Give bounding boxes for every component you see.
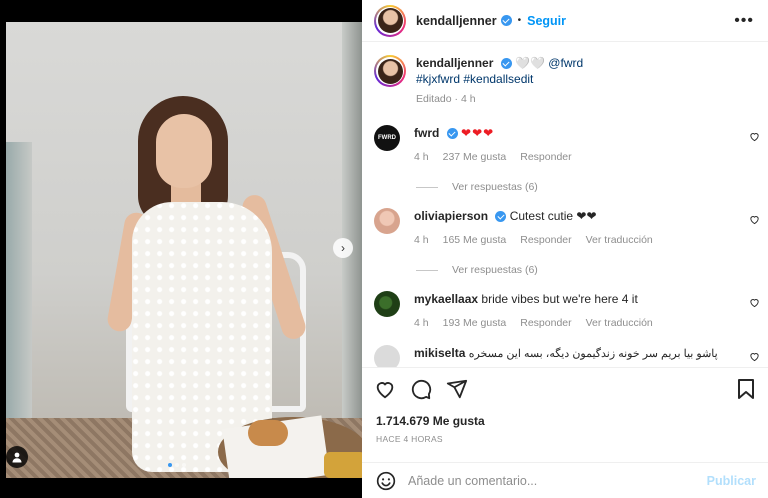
translate-button[interactable]: Ver traducción	[586, 234, 653, 246]
post-time[interactable]: HACE 4 HORAS	[376, 434, 443, 444]
next-arrow-icon[interactable]: ›	[333, 238, 353, 258]
post-side-panel: kendalljenner • Seguir ••• kendalljenner…	[362, 0, 768, 498]
author-username[interactable]: kendalljenner	[416, 14, 497, 28]
commenter-avatar[interactable]	[374, 291, 400, 317]
publish-button[interactable]: Publicar	[707, 474, 756, 488]
comments-list[interactable]: kendalljenner 🤍🤍 @fwrd #kjxfwrd #kendall…	[362, 43, 768, 367]
comment-text: bride vibes but we're here 4 it	[481, 292, 638, 306]
heart-icon[interactable]	[749, 297, 760, 308]
commenter-username[interactable]: fwrd	[414, 126, 439, 140]
commenter-avatar[interactable]: FWRD	[374, 125, 400, 151]
instagram-post-modal: › kendalljenner • Seguir ••• kendalljenn…	[0, 0, 768, 498]
share-icon[interactable]	[446, 378, 468, 400]
verified-icon	[446, 128, 458, 140]
translate-button[interactable]: Ver traducción	[586, 317, 653, 329]
reply-button[interactable]: Responder	[520, 317, 571, 329]
carousel-dots	[168, 463, 186, 467]
heart-icon[interactable]	[749, 214, 760, 225]
commenter-avatar[interactable]	[374, 208, 400, 234]
comment-item: FWRD fwrd ❤❤❤ 4 h 237 Me gusta Responder…	[374, 125, 768, 193]
comment-likes[interactable]: 237 Me gusta	[443, 151, 507, 163]
view-replies-button[interactable]: Ver respuestas (6)	[414, 181, 734, 193]
commenter-username[interactable]: mykaellaax	[414, 292, 478, 306]
heart-icon[interactable]	[749, 351, 760, 362]
caption: kendalljenner 🤍🤍 @fwrd #kjxfwrd #kendall…	[374, 55, 736, 107]
comment-input[interactable]	[408, 473, 698, 488]
post-header: kendalljenner • Seguir •••	[362, 0, 768, 42]
post-photo[interactable]	[6, 22, 362, 478]
comment-time[interactable]: 4 h	[414, 317, 429, 329]
comment-item: mykaellaax bride vibes but we're here 4 …	[374, 291, 768, 329]
user-tag-icon[interactable]	[6, 446, 28, 468]
likes-count[interactable]: 1.714.679 Me gusta	[376, 414, 485, 428]
more-options-icon[interactable]: •••	[734, 12, 754, 30]
view-replies-button[interactable]: Ver respuestas (6)	[414, 264, 734, 276]
reply-button[interactable]: Responder	[520, 234, 571, 246]
caption-hearts: 🤍🤍	[515, 56, 545, 70]
caption-mention[interactable]: @fwrd	[548, 56, 583, 70]
post-media: ›	[0, 0, 362, 498]
comment-composer: Publicar	[362, 462, 768, 498]
post-actions: 1.714.679 Me gusta HACE 4 HORAS	[362, 367, 768, 463]
separator-dot: •	[517, 15, 522, 26]
comment-text: ❤❤❤	[461, 126, 495, 140]
comment-time[interactable]: 4 h	[414, 151, 429, 163]
verified-icon	[500, 15, 512, 26]
heart-icon[interactable]	[374, 378, 396, 400]
commenter-username[interactable]: mikiselta	[414, 346, 465, 360]
reply-button[interactable]: Responder	[520, 151, 571, 163]
comment-text: Cutest cutie ❤❤	[509, 209, 597, 223]
view-replies-label: Ver respuestas (6)	[452, 181, 538, 193]
verified-icon	[500, 58, 512, 70]
caption-avatar[interactable]	[374, 55, 406, 87]
caption-meta: Editado · 4 h	[416, 93, 476, 105]
emoji-icon[interactable]	[376, 471, 396, 491]
verified-icon	[495, 211, 507, 223]
comment-time[interactable]: 4 h	[414, 234, 429, 246]
bookmark-icon[interactable]	[736, 378, 756, 400]
comment-icon[interactable]	[410, 378, 432, 400]
caption-username[interactable]: kendalljenner	[416, 56, 493, 70]
comment-item: oliviapierson Cutest cutie ❤❤ 4 h 165 Me…	[374, 208, 768, 276]
comment-likes[interactable]: 165 Me gusta	[443, 234, 507, 246]
follow-button[interactable]: Seguir	[527, 14, 566, 28]
view-replies-label: Ver respuestas (6)	[452, 264, 538, 276]
comment-text: پاشو بیا بریم سر خونه زندگیمون دیگه، بسه…	[468, 348, 718, 360]
comment-item: mikiselta پاشو بیا بریم سر خونه زندگیمون…	[374, 345, 768, 367]
comment-likes[interactable]: 193 Me gusta	[443, 317, 507, 329]
commenter-avatar[interactable]	[374, 345, 400, 367]
heart-icon[interactable]	[749, 131, 760, 142]
caption-hashtags[interactable]: #kjxfwrd #kendallsedit	[416, 71, 736, 87]
commenter-username[interactable]: oliviapierson	[414, 209, 488, 223]
author-avatar[interactable]	[374, 4, 406, 37]
